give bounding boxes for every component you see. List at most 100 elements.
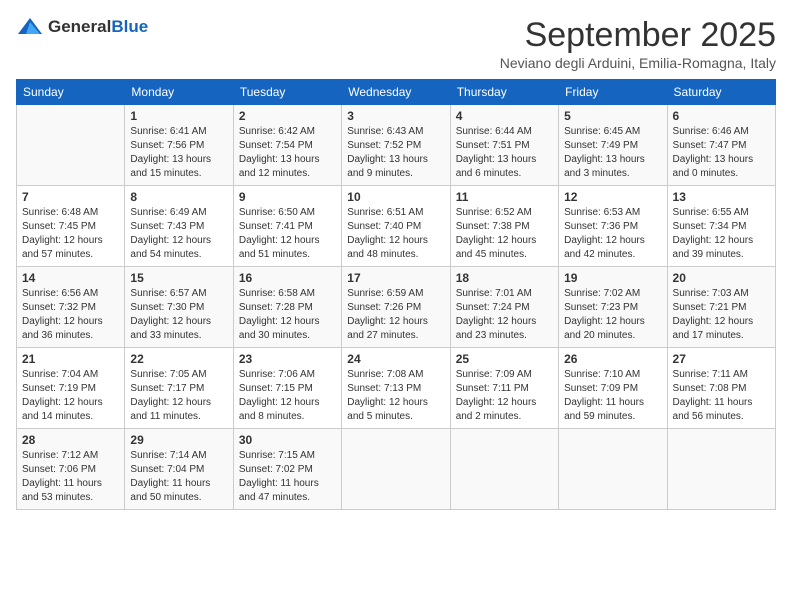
day-number: 8 xyxy=(130,190,227,204)
day-cell: 8 Sunrise: 6:49 AMSunset: 7:43 PMDaylight… xyxy=(125,186,233,267)
day-info: Sunrise: 6:58 AMSunset: 7:28 PMDaylight:… xyxy=(239,287,336,343)
day-info: Sunrise: 7:14 AMSunset: 7:04 PMDaylight:… xyxy=(130,449,227,505)
subtitle: Neviano degli Arduini, Emilia-Romagna, I… xyxy=(500,55,776,71)
logo: GeneralBlue xyxy=(16,16,148,38)
day-number: 20 xyxy=(673,271,770,285)
day-number: 27 xyxy=(673,352,770,366)
day-number: 23 xyxy=(239,352,336,366)
day-cell: 4 Sunrise: 6:44 AMSunset: 7:51 PMDaylight… xyxy=(450,105,558,186)
day-number: 6 xyxy=(673,109,770,123)
day-info: Sunrise: 6:46 AMSunset: 7:47 PMDaylight:… xyxy=(673,125,770,181)
day-number: 7 xyxy=(22,190,119,204)
day-cell: 7 Sunrise: 6:48 AMSunset: 7:45 PMDaylight… xyxy=(17,186,125,267)
day-number: 17 xyxy=(347,271,444,285)
day-info: Sunrise: 6:52 AMSunset: 7:38 PMDaylight:… xyxy=(456,206,553,262)
day-info: Sunrise: 6:44 AMSunset: 7:51 PMDaylight:… xyxy=(456,125,553,181)
day-info: Sunrise: 6:57 AMSunset: 7:30 PMDaylight:… xyxy=(130,287,227,343)
title-area: September 2025 Neviano degli Arduini, Em… xyxy=(500,16,776,71)
week-row-1: 1 Sunrise: 6:41 AMSunset: 7:56 PMDaylight… xyxy=(17,105,776,186)
day-cell: 6 Sunrise: 6:46 AMSunset: 7:47 PMDaylight… xyxy=(667,105,775,186)
day-number: 29 xyxy=(130,433,227,447)
day-info: Sunrise: 7:02 AMSunset: 7:23 PMDaylight:… xyxy=(564,287,661,343)
day-info: Sunrise: 7:03 AMSunset: 7:21 PMDaylight:… xyxy=(673,287,770,343)
logo-icon xyxy=(16,16,44,38)
day-cell: 24 Sunrise: 7:08 AMSunset: 7:13 PMDayligh… xyxy=(342,348,450,429)
day-number: 15 xyxy=(130,271,227,285)
day-number: 25 xyxy=(456,352,553,366)
day-info: Sunrise: 7:05 AMSunset: 7:17 PMDaylight:… xyxy=(130,368,227,424)
day-info: Sunrise: 7:08 AMSunset: 7:13 PMDaylight:… xyxy=(347,368,444,424)
day-number: 12 xyxy=(564,190,661,204)
day-number: 24 xyxy=(347,352,444,366)
header-row: SundayMondayTuesdayWednesdayThursdayFrid… xyxy=(17,80,776,105)
day-cell: 2 Sunrise: 6:42 AMSunset: 7:54 PMDaylight… xyxy=(233,105,341,186)
day-number: 4 xyxy=(456,109,553,123)
day-cell: 27 Sunrise: 7:11 AMSunset: 7:08 PMDayligh… xyxy=(667,348,775,429)
day-info: Sunrise: 6:48 AMSunset: 7:45 PMDaylight:… xyxy=(22,206,119,262)
day-number: 18 xyxy=(456,271,553,285)
weekday-header-friday: Friday xyxy=(559,80,667,105)
day-number: 1 xyxy=(130,109,227,123)
day-cell: 3Sunrise: 6:43 AMSunset: 7:52 PMDaylight… xyxy=(342,105,450,186)
day-number: 21 xyxy=(22,352,119,366)
day-cell: 26Sunrise: 7:10 AMSunset: 7:09 PMDayligh… xyxy=(559,348,667,429)
day-info: Sunrise: 7:11 AMSunset: 7:08 PMDaylight:… xyxy=(673,368,770,424)
day-cell xyxy=(450,429,558,510)
week-row-2: 7 Sunrise: 6:48 AMSunset: 7:45 PMDaylight… xyxy=(17,186,776,267)
logo-blue: Blue xyxy=(111,17,148,36)
day-info: Sunrise: 6:49 AMSunset: 7:43 PMDaylight:… xyxy=(130,206,227,262)
day-cell: 29 Sunrise: 7:14 AMSunset: 7:04 PMDayligh… xyxy=(125,429,233,510)
day-info: Sunrise: 7:12 AMSunset: 7:06 PMDaylight:… xyxy=(22,449,119,505)
week-row-3: 14 Sunrise: 6:56 AMSunset: 7:32 PMDayligh… xyxy=(17,267,776,348)
day-cell xyxy=(667,429,775,510)
day-number: 14 xyxy=(22,271,119,285)
day-cell: 12 Sunrise: 6:53 AMSunset: 7:36 PMDayligh… xyxy=(559,186,667,267)
day-info: Sunrise: 6:43 AMSunset: 7:52 PMDaylight:… xyxy=(347,125,444,181)
day-cell: 25 Sunrise: 7:09 AMSunset: 7:11 PMDayligh… xyxy=(450,348,558,429)
day-info: Sunrise: 6:59 AMSunset: 7:26 PMDaylight:… xyxy=(347,287,444,343)
day-info: Sunrise: 6:45 AMSunset: 7:49 PMDaylight:… xyxy=(564,125,661,181)
day-number: 9 xyxy=(239,190,336,204)
day-cell: 17 Sunrise: 6:59 AMSunset: 7:26 PMDayligh… xyxy=(342,267,450,348)
day-cell: 21 Sunrise: 7:04 AMSunset: 7:19 PMDayligh… xyxy=(17,348,125,429)
day-number: 30 xyxy=(239,433,336,447)
day-info: Sunrise: 6:56 AMSunset: 7:32 PMDaylight:… xyxy=(22,287,119,343)
day-info: Sunrise: 7:04 AMSunset: 7:19 PMDaylight:… xyxy=(22,368,119,424)
header: GeneralBlue September 2025 Neviano degli… xyxy=(16,16,776,71)
day-info: Sunrise: 6:42 AMSunset: 7:54 PMDaylight:… xyxy=(239,125,336,181)
day-info: Sunrise: 6:53 AMSunset: 7:36 PMDaylight:… xyxy=(564,206,661,262)
day-info: Sunrise: 6:41 AMSunset: 7:56 PMDaylight:… xyxy=(130,125,227,181)
day-cell: 1 Sunrise: 6:41 AMSunset: 7:56 PMDaylight… xyxy=(125,105,233,186)
day-cell: 18Sunrise: 7:01 AMSunset: 7:24 PMDayligh… xyxy=(450,267,558,348)
weekday-header-monday: Monday xyxy=(125,80,233,105)
day-cell: 14 Sunrise: 6:56 AMSunset: 7:32 PMDayligh… xyxy=(17,267,125,348)
weekday-header-wednesday: Wednesday xyxy=(342,80,450,105)
day-number: 5 xyxy=(564,109,661,123)
day-info: Sunrise: 6:51 AMSunset: 7:40 PMDaylight:… xyxy=(347,206,444,262)
logo-general: General xyxy=(48,17,111,36)
day-cell: 5 Sunrise: 6:45 AMSunset: 7:49 PMDaylight… xyxy=(559,105,667,186)
day-cell xyxy=(342,429,450,510)
day-info: Sunrise: 7:15 AMSunset: 7:02 PMDaylight:… xyxy=(239,449,336,505)
day-cell: 20 Sunrise: 7:03 AMSunset: 7:21 PMDayligh… xyxy=(667,267,775,348)
day-info: Sunrise: 7:09 AMSunset: 7:11 PMDaylight:… xyxy=(456,368,553,424)
day-cell: 15 Sunrise: 6:57 AMSunset: 7:30 PMDayligh… xyxy=(125,267,233,348)
calendar-table: SundayMondayTuesdayWednesdayThursdayFrid… xyxy=(16,79,776,510)
day-cell: 9 Sunrise: 6:50 AMSunset: 7:41 PMDaylight… xyxy=(233,186,341,267)
week-row-4: 21 Sunrise: 7:04 AMSunset: 7:19 PMDayligh… xyxy=(17,348,776,429)
day-number: 22 xyxy=(130,352,227,366)
day-cell xyxy=(17,105,125,186)
day-info: Sunrise: 7:06 AMSunset: 7:15 PMDaylight:… xyxy=(239,368,336,424)
day-cell: 28Sunrise: 7:12 AMSunset: 7:06 PMDayligh… xyxy=(17,429,125,510)
day-cell xyxy=(559,429,667,510)
day-cell: 16Sunrise: 6:58 AMSunset: 7:28 PMDayligh… xyxy=(233,267,341,348)
day-cell: 19Sunrise: 7:02 AMSunset: 7:23 PMDayligh… xyxy=(559,267,667,348)
day-number: 2 xyxy=(239,109,336,123)
month-title: September 2025 xyxy=(500,16,776,55)
weekday-header-sunday: Sunday xyxy=(17,80,125,105)
day-cell: 13Sunrise: 6:55 AMSunset: 7:34 PMDayligh… xyxy=(667,186,775,267)
day-number: 11 xyxy=(456,190,553,204)
weekday-header-tuesday: Tuesday xyxy=(233,80,341,105)
weekday-header-saturday: Saturday xyxy=(667,80,775,105)
day-info: Sunrise: 6:50 AMSunset: 7:41 PMDaylight:… xyxy=(239,206,336,262)
